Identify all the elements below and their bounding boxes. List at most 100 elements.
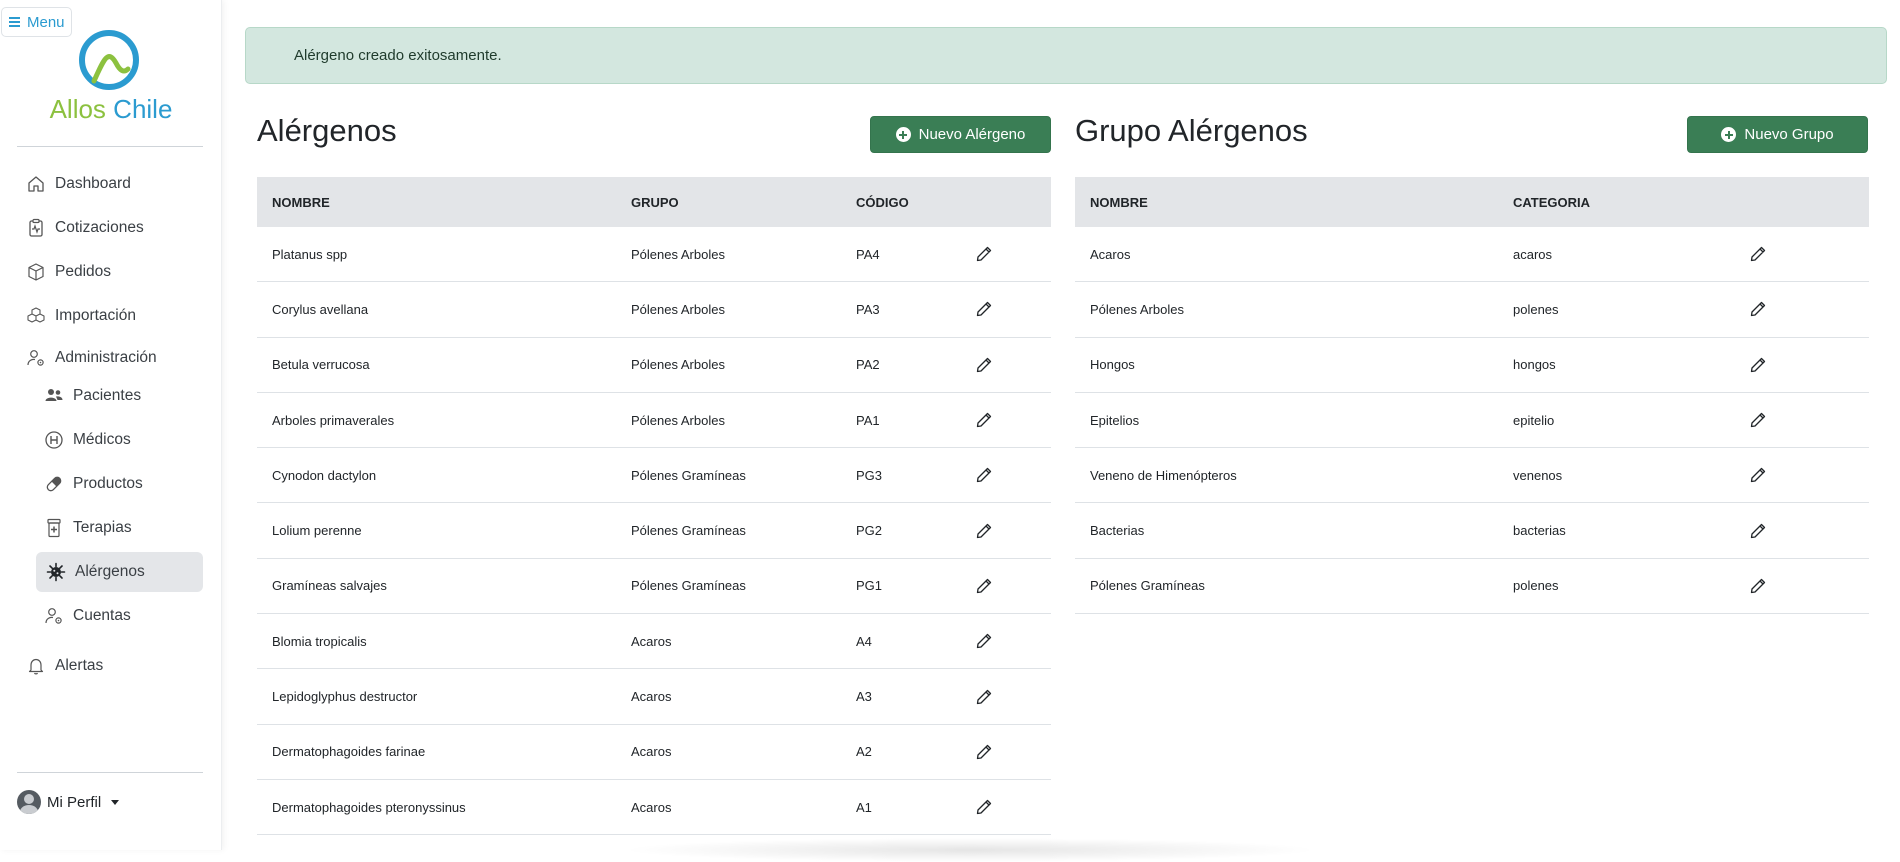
table-header: NOMBRE CATEGORIA — [1075, 177, 1869, 227]
sidebar-item-medicos[interactable]: Médicos — [44, 430, 131, 450]
new-group-button[interactable]: Nuevo Grupo — [1687, 116, 1868, 153]
table-cell: PG3 — [856, 467, 883, 483]
edit-button[interactable] — [975, 798, 993, 816]
table-cell: PG1 — [856, 578, 883, 594]
table-cell: Acaros — [631, 799, 672, 815]
table-body: Acaros acaros Pólenes Arboles polenes Hongos… — [1075, 227, 1869, 615]
table-cell: Blomia tropicalis — [272, 633, 367, 649]
edit-button[interactable] — [1749, 466, 1767, 484]
menu-toggle-button[interactable]: Menu — [1, 7, 72, 37]
bottom-shadow — [620, 838, 1320, 862]
table-row: Corylus avellana Pólenes Arboles PA3 — [257, 282, 1051, 338]
column-header: CÓDIGO — [856, 194, 909, 210]
table-row: Dermatophagoides pteronyssinus Acaros A1 — [257, 780, 1051, 836]
sidebar-item-importacion[interactable]: Importación — [26, 306, 136, 326]
table-cell: Corylus avellana — [272, 301, 369, 317]
table-row: Pólenes Arboles polenes — [1075, 282, 1869, 338]
table-cell: A4 — [856, 633, 872, 649]
table-cell: Dermatophagoides pteronyssinus — [272, 799, 466, 815]
edit-button[interactable] — [975, 632, 993, 650]
column-header: NOMBRE — [272, 194, 330, 210]
table-cell: Dermatophagoides farinae — [272, 744, 426, 760]
clipboard-pulse-icon — [29, 218, 43, 237]
alert-message: Alérgeno creado exitosamente. — [294, 47, 502, 64]
sidebar-item-administracion[interactable]: Administración — [26, 348, 157, 368]
pencil-icon — [1750, 246, 1766, 262]
sidebar-item-alergenos[interactable]: Alérgenos — [36, 552, 203, 592]
success-alert: Alérgeno creado exitosamente. — [245, 27, 1887, 84]
sidebar-item-dashboard[interactable]: Dashboard — [26, 174, 131, 194]
table-row: Lolium perenne Pólenes Gramíneas PG2 — [257, 503, 1051, 559]
table-cell: epitelio — [1513, 412, 1555, 428]
edit-button[interactable] — [975, 411, 993, 429]
plus-circle-icon — [1721, 127, 1737, 142]
table-row: Dermatophagoides farinae Acaros A2 — [257, 725, 1051, 780]
table-header: NOMBRE GRUPO CÓDIGO — [257, 177, 1051, 227]
pencil-icon — [976, 799, 992, 815]
groups-title: Grupo Alérgenos — [1075, 113, 1308, 148]
sidebar-item-productos[interactable]: Productos — [44, 474, 143, 494]
pencil-icon — [1750, 578, 1766, 594]
table-row: Cynodon dactylon Pólenes Gramíneas PG3 — [257, 448, 1051, 504]
sidebar-item-pacientes[interactable]: Pacientes — [44, 386, 141, 406]
table-row: Pólenes Gramíneas polenes — [1075, 559, 1869, 615]
pencil-icon — [1750, 468, 1766, 483]
home-icon — [28, 176, 44, 192]
table-row: Arboles primaverales Pólenes Arboles PA1 — [257, 393, 1051, 449]
table-cell: A3 — [856, 689, 872, 705]
table-cell: Bacterias — [1090, 523, 1145, 539]
edit-button[interactable] — [1749, 245, 1767, 263]
table-cell: PA3 — [856, 301, 880, 317]
allos-logo — [79, 30, 139, 90]
pencil-icon — [976, 412, 992, 428]
table-cell: Acaros — [631, 689, 672, 705]
table-cell: A2 — [856, 744, 872, 760]
new-allergen-button[interactable]: Nuevo Alérgeno — [870, 116, 1051, 153]
table-row: Gramíneas salvajes Pólenes Gramíneas PG1 — [257, 559, 1051, 615]
boxes-icon — [27, 307, 45, 323]
table-cell: Platanus spp — [272, 246, 348, 262]
table-row: Bacterias bacterias — [1075, 503, 1869, 559]
sidebar-item-cuentas[interactable]: Cuentas — [44, 606, 131, 626]
edit-button[interactable] — [1749, 411, 1767, 429]
table-cell: PA2 — [856, 357, 880, 373]
edit-button[interactable] — [975, 743, 993, 761]
box-icon — [28, 263, 44, 281]
sidebar-divider — [17, 772, 203, 773]
sidebar-item-pedidos[interactable]: Pedidos — [26, 262, 111, 282]
table-cell: Cynodon dactylon — [272, 467, 377, 483]
table-cell: acaros — [1513, 246, 1553, 262]
edit-button[interactable] — [1749, 356, 1767, 374]
table-row: Acaros acaros — [1075, 227, 1869, 283]
table-cell: Pólenes Arboles — [631, 246, 725, 262]
pencil-icon — [1750, 357, 1766, 372]
sidebar-item-alertas[interactable]: Alertas — [26, 656, 103, 676]
edit-button[interactable] — [1749, 577, 1767, 595]
sidebar-item-terapias[interactable]: Terapias — [44, 518, 132, 538]
profile-menu[interactable]: Mi Perfil — [17, 790, 120, 814]
table-cell: Pólenes Arboles — [631, 412, 725, 428]
table-cell: polenes — [1513, 578, 1559, 594]
pencil-icon — [976, 689, 992, 704]
table-cell: Hongos — [1090, 357, 1135, 373]
edit-button[interactable] — [975, 245, 993, 263]
sidebar: Menu Allos Chile Dashboard Cotizaciones … — [0, 0, 222, 850]
edit-button[interactable] — [1749, 300, 1767, 318]
edit-button[interactable] — [975, 688, 993, 706]
table-cell: Pólenes Arboles — [1090, 301, 1184, 317]
prescription-icon — [47, 518, 61, 538]
sidebar-item-cotizaciones[interactable]: Cotizaciones — [26, 218, 144, 238]
edit-button[interactable] — [975, 522, 993, 540]
edit-button[interactable] — [975, 356, 993, 374]
pencil-icon — [1750, 302, 1766, 317]
table-cell: venenos — [1513, 467, 1563, 483]
edit-button[interactable] — [975, 300, 993, 318]
people-icon — [45, 389, 63, 401]
edit-button[interactable] — [975, 577, 993, 595]
edit-button[interactable] — [975, 466, 993, 484]
edit-button[interactable] — [1749, 522, 1767, 540]
pencil-icon — [1750, 412, 1766, 428]
table-cell: PA1 — [856, 412, 880, 428]
pencil-icon — [976, 468, 992, 483]
table-cell: bacterias — [1513, 523, 1566, 539]
